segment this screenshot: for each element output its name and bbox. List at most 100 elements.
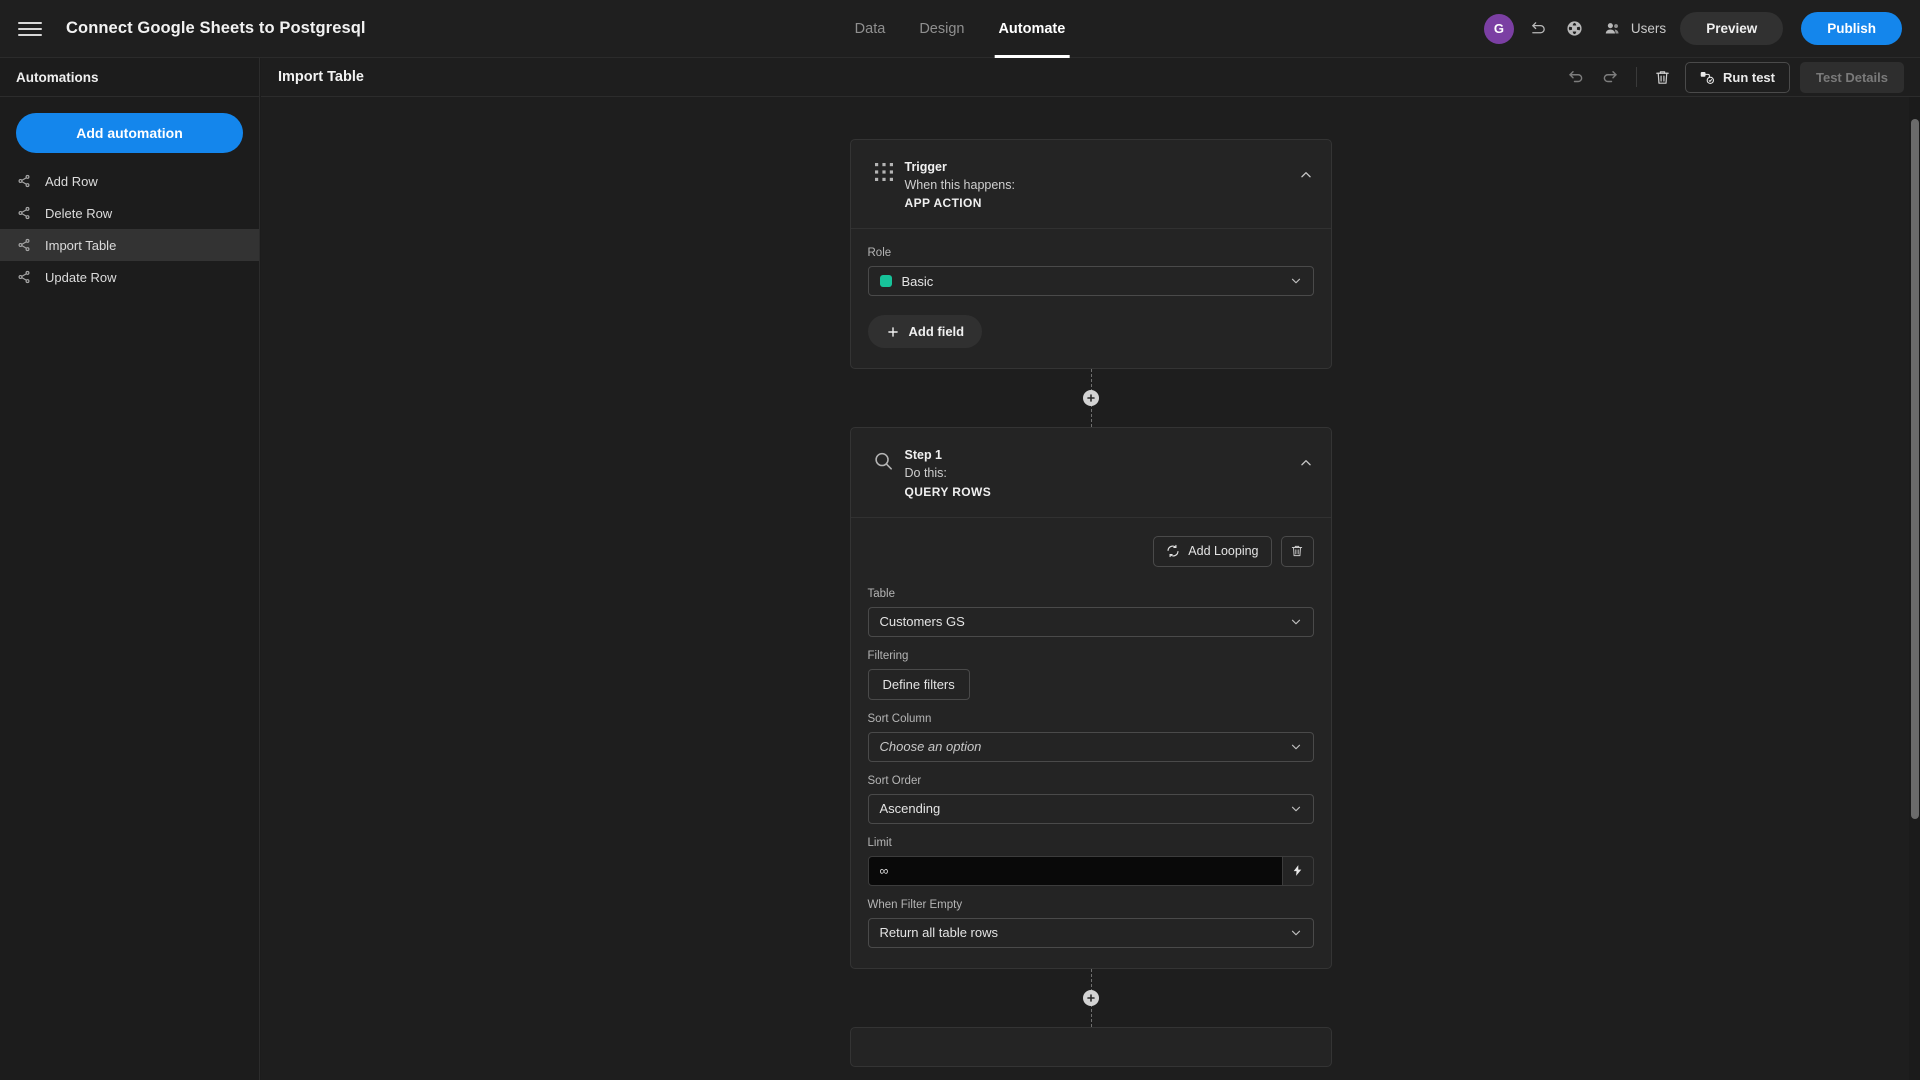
sidebar-item-label: Add Row bbox=[45, 173, 98, 189]
canvas-scrollbar[interactable] bbox=[1909, 97, 1920, 1080]
sidebar-heading: Automations bbox=[0, 58, 259, 97]
magnifier-icon bbox=[867, 446, 901, 473]
field-label: Filtering bbox=[867, 649, 909, 662]
field-label: Table bbox=[867, 587, 896, 600]
chevron-down-icon bbox=[1289, 615, 1303, 629]
sort-order-select-value: Ascending bbox=[879, 801, 941, 816]
step-1-block-header[interactable]: Step 1 Do this: QUERY ROWS bbox=[850, 428, 1331, 518]
sort-column-select[interactable]: Choose an option bbox=[867, 731, 1314, 762]
redo-icon[interactable] bbox=[1598, 65, 1622, 89]
field-filtering: Filtering Define filters bbox=[867, 649, 1314, 700]
chevron-up-icon[interactable] bbox=[1297, 454, 1315, 472]
plus-circle-icon[interactable] bbox=[1082, 989, 1099, 1006]
table-select[interactable]: Customers GS bbox=[867, 606, 1314, 637]
tab-design[interactable]: Design bbox=[919, 0, 964, 58]
step-1-type: QUERY ROWS bbox=[904, 484, 992, 499]
trigger-block-body: Role Basic Add field bbox=[851, 229, 1331, 368]
automation-content: Import Table Run test Test Details Trigg… bbox=[261, 58, 1920, 1080]
trash-icon[interactable] bbox=[1651, 65, 1675, 89]
app-title: Connect Google Sheets to Postgresql bbox=[66, 19, 366, 37]
trash-icon bbox=[1290, 544, 1304, 558]
flow-container: Trigger When this happens: APP ACTION Ro… bbox=[849, 139, 1332, 1067]
sidebar-item-delete-row[interactable]: Delete Row bbox=[0, 197, 259, 229]
step-1-subtitle: Do this: bbox=[904, 466, 947, 481]
step-1-actions: Add Looping bbox=[868, 535, 1314, 567]
chevron-down-icon bbox=[1289, 274, 1303, 288]
plus-circle-icon[interactable] bbox=[1082, 390, 1099, 407]
test-details-button[interactable]: Test Details bbox=[1799, 61, 1904, 93]
sort-column-select-value: Choose an option bbox=[879, 739, 982, 754]
undo-icon[interactable] bbox=[1564, 65, 1588, 89]
field-role: Role Basic bbox=[867, 247, 1314, 297]
loop-icon bbox=[1166, 544, 1180, 558]
field-label: Sort Order bbox=[867, 774, 922, 787]
share-nodes-icon bbox=[16, 237, 32, 253]
plus-icon bbox=[886, 325, 900, 339]
add-automation-button[interactable]: Add automation bbox=[16, 113, 243, 153]
field-label: Limit bbox=[867, 836, 892, 849]
add-field-button[interactable]: Add field bbox=[867, 315, 983, 349]
hamburger-icon[interactable] bbox=[18, 17, 42, 41]
chevron-down-icon bbox=[1289, 926, 1303, 940]
trigger-type: APP ACTION bbox=[904, 196, 982, 211]
share-nodes-icon bbox=[16, 205, 32, 221]
users-button[interactable]: Users bbox=[1602, 18, 1666, 40]
add-looping-label: Add Looping bbox=[1188, 544, 1259, 558]
field-when-filter-empty: When Filter Empty Return all table rows bbox=[867, 898, 1314, 948]
undo-icon[interactable] bbox=[1528, 18, 1550, 40]
next-step-block-partial[interactable] bbox=[849, 1026, 1332, 1067]
define-filters-button[interactable]: Define filters bbox=[867, 668, 970, 700]
sort-order-select[interactable]: Ascending bbox=[867, 793, 1314, 824]
field-label: Sort Column bbox=[867, 712, 932, 725]
limit-control bbox=[867, 855, 1314, 886]
step-1-title: Step 1 bbox=[904, 448, 943, 463]
share-nodes-icon bbox=[16, 173, 32, 189]
content-header-actions: Run test Test Details bbox=[1564, 61, 1904, 93]
field-sort-order: Sort Order Ascending bbox=[867, 774, 1314, 824]
field-table: Table Customers GS bbox=[867, 587, 1314, 637]
chevron-down-icon bbox=[1289, 740, 1303, 754]
preview-button[interactable]: Preview bbox=[1680, 12, 1784, 45]
step-1-block-text: Step 1 Do this: QUERY ROWS bbox=[905, 446, 1315, 500]
connector-1 bbox=[850, 369, 1332, 428]
sidebar-item-import-table[interactable]: Import Table bbox=[0, 229, 259, 261]
field-label: When Filter Empty bbox=[867, 898, 963, 911]
limit-input[interactable] bbox=[867, 855, 1282, 886]
grid-dots-icon bbox=[867, 158, 901, 182]
top-bar-actions: G Users Preview Publish bbox=[1483, 12, 1902, 45]
page-title: Import Table bbox=[278, 69, 364, 85]
sidebar-item-add-row[interactable]: Add Row bbox=[0, 165, 259, 197]
toolbar-divider bbox=[1635, 67, 1637, 87]
field-label: Role bbox=[867, 247, 892, 260]
when-filter-empty-select[interactable]: Return all table rows bbox=[867, 917, 1314, 948]
chevron-up-icon[interactable] bbox=[1297, 166, 1315, 184]
top-bar: Connect Google Sheets to Postgresql Data… bbox=[0, 0, 1920, 58]
trigger-block: Trigger When this happens: APP ACTION Ro… bbox=[849, 139, 1332, 370]
sidebar-item-update-row[interactable]: Update Row bbox=[0, 261, 259, 293]
automation-canvas: Trigger When this happens: APP ACTION Ro… bbox=[261, 97, 1920, 1080]
add-looping-button[interactable]: Add Looping bbox=[1153, 535, 1272, 567]
publish-button[interactable]: Publish bbox=[1801, 12, 1902, 45]
delete-step-button[interactable] bbox=[1280, 535, 1314, 567]
trigger-title: Trigger bbox=[904, 160, 947, 174]
field-limit: Limit bbox=[867, 836, 1314, 886]
run-test-button[interactable]: Run test bbox=[1684, 61, 1790, 93]
globe-icon[interactable] bbox=[1564, 18, 1586, 40]
share-nodes-icon bbox=[16, 269, 32, 285]
users-label: Users bbox=[1630, 21, 1667, 36]
run-test-icon bbox=[1700, 70, 1715, 85]
table-select-value: Customers GS bbox=[879, 614, 965, 629]
avatar[interactable]: G bbox=[1483, 13, 1514, 44]
scrollbar-thumb[interactable] bbox=[1911, 119, 1919, 819]
trigger-block-header[interactable]: Trigger When this happens: APP ACTION bbox=[850, 140, 1331, 230]
role-select[interactable]: Basic bbox=[867, 266, 1314, 297]
content-header: Import Table Run test Test Details bbox=[261, 58, 1920, 97]
trigger-block-text: Trigger When this happens: APP ACTION bbox=[905, 158, 1315, 212]
tab-data[interactable]: Data bbox=[855, 0, 886, 58]
trigger-subtitle: When this happens: bbox=[904, 178, 1016, 193]
lightning-icon[interactable] bbox=[1281, 855, 1314, 886]
main-nav-tabs: Data Design Automate bbox=[855, 0, 1070, 58]
tab-automate[interactable]: Automate bbox=[994, 0, 1070, 58]
sidebar-item-label: Update Row bbox=[45, 269, 117, 285]
step-1-block-body: Add Looping Table Customers GS Filtering… bbox=[851, 518, 1331, 968]
